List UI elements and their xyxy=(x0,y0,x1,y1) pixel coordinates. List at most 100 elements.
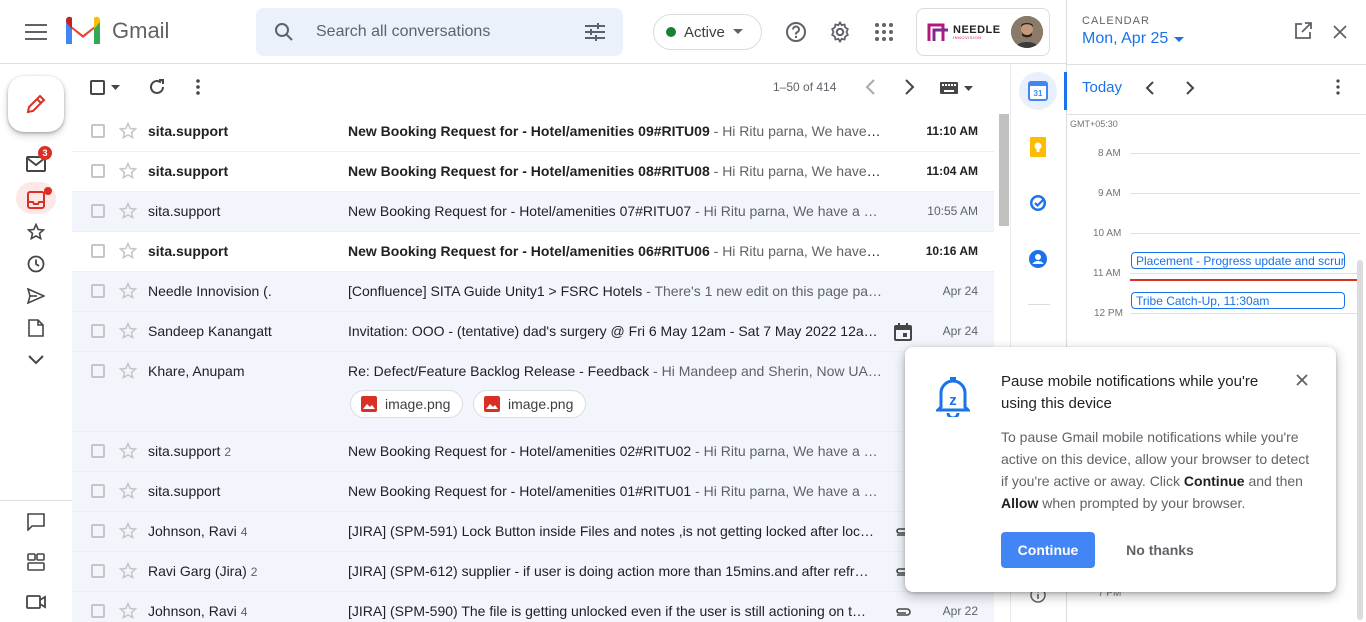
email-row[interactable]: Johnson, Ravi 4 [JIRA] (SPM-590) The file … xyxy=(72,592,994,622)
star-toggle[interactable] xyxy=(119,482,137,500)
star-toggle[interactable] xyxy=(119,442,137,460)
calendar-scrollbar[interactable] xyxy=(1357,260,1363,620)
star-icon xyxy=(119,362,137,380)
email-row[interactable]: sita.support New Booking Request for - Ho… xyxy=(72,152,994,192)
apps-button[interactable] xyxy=(864,12,904,52)
attachment-name: image.png xyxy=(508,396,574,412)
email-row[interactable]: Needle Innovision (. [Confluence] SITA Gu… xyxy=(72,272,994,312)
email-select-checkbox[interactable] xyxy=(91,444,105,458)
star-toggle[interactable] xyxy=(119,562,137,580)
email-date: Apr 24 xyxy=(942,284,978,298)
star-toggle[interactable] xyxy=(119,602,137,620)
calendar-next-day-button[interactable] xyxy=(1185,81,1195,95)
gmail-logo[interactable]: Gmail xyxy=(64,16,169,46)
side-panel-keep[interactable] xyxy=(1019,128,1057,166)
more-actions-button[interactable] xyxy=(192,78,204,96)
rail-item-sent[interactable] xyxy=(20,284,52,308)
rail-item-snoozed[interactable] xyxy=(20,252,52,276)
search-bar[interactable]: Search all conversations xyxy=(256,8,623,56)
today-button[interactable]: Today xyxy=(1082,79,1122,96)
calendar-previous-day-button[interactable] xyxy=(1145,81,1155,95)
select-all-dropdown[interactable] xyxy=(90,80,120,95)
main-menu-button[interactable] xyxy=(16,12,56,52)
email-select-checkbox[interactable] xyxy=(91,284,105,298)
attachment-chip[interactable]: image.png xyxy=(473,390,587,418)
status-dropdown[interactable]: Active xyxy=(653,14,762,50)
support-button[interactable] xyxy=(776,12,816,52)
search-input[interactable]: Search all conversations xyxy=(316,23,575,41)
google-calendar-icon: 31 xyxy=(1028,81,1048,101)
email-select-checkbox[interactable] xyxy=(91,564,105,578)
newer-page-button[interactable] xyxy=(864,79,876,95)
hamburger-menu-icon xyxy=(25,24,47,40)
star-toggle[interactable] xyxy=(119,322,137,340)
calendar-hour-label: 9 AM xyxy=(1098,188,1121,199)
email-sender: sita.support 2 xyxy=(148,443,338,459)
email-date: 11:10 AM xyxy=(926,124,978,138)
email-row[interactable]: sita.support New Booking Request for - Ho… xyxy=(72,232,994,272)
avatar[interactable] xyxy=(1011,16,1043,48)
email-row[interactable]: Ravi Garg (Jira) 2 [JIRA] (SPM-612) suppli… xyxy=(72,552,994,592)
open-in-new-tab-button[interactable] xyxy=(1294,22,1312,40)
calendar-date-selector[interactable]: Mon, Apr 25 xyxy=(1082,30,1185,48)
rail-item-chat[interactable] xyxy=(20,510,52,534)
refresh-button[interactable] xyxy=(148,78,166,96)
search-options-button[interactable] xyxy=(575,12,615,52)
select-all-checkbox[interactable] xyxy=(90,80,105,95)
star-toggle[interactable] xyxy=(119,282,137,300)
star-toggle[interactable] xyxy=(119,202,137,220)
close-side-panel-button[interactable] xyxy=(1333,25,1347,39)
gmail-m-icon xyxy=(66,16,100,44)
no-thanks-button[interactable]: No thanks xyxy=(1114,532,1206,568)
account-button[interactable]: NEEDLE INNOVISION xyxy=(916,8,1050,56)
calendar-event[interactable]: Tribe Catch-Up, 11:30am xyxy=(1131,292,1345,309)
continue-button[interactable]: Continue xyxy=(1001,532,1095,568)
email-select-checkbox[interactable] xyxy=(91,484,105,498)
email-row[interactable]: Johnson, Ravi 4 [JIRA] (SPM-591) Lock Butt… xyxy=(72,512,994,552)
side-panel-tasks[interactable] xyxy=(1019,184,1057,222)
calendar-event[interactable]: Placement - Progress update and scrum xyxy=(1131,252,1345,269)
email-row[interactable]: sita.support New Booking Request for - Ho… xyxy=(72,472,994,512)
star-toggle[interactable] xyxy=(119,242,137,260)
email-row[interactable]: Sandeep Kanangatt Invitation: OOO - (tent… xyxy=(72,312,994,352)
scrollbar-thumb[interactable] xyxy=(999,114,1009,226)
rail-item-drafts[interactable] xyxy=(20,316,52,340)
rail-item-meet[interactable] xyxy=(20,590,52,614)
rail-item-starred[interactable] xyxy=(20,220,52,244)
email-row[interactable]: sita.support New Booking Request for - Ho… xyxy=(72,112,994,152)
email-select-checkbox[interactable] xyxy=(91,124,105,138)
older-page-button[interactable] xyxy=(904,79,916,95)
star-toggle[interactable] xyxy=(119,362,137,380)
email-date: Apr 22 xyxy=(942,604,978,618)
settings-button[interactable] xyxy=(820,12,860,52)
chevron-right-icon xyxy=(1186,81,1195,95)
compose-button[interactable] xyxy=(8,76,64,132)
star-toggle[interactable] xyxy=(119,122,137,140)
email-content: New Booking Request for - Hotel/amenitie… xyxy=(348,163,884,179)
email-select-checkbox[interactable] xyxy=(91,604,105,618)
email-select-checkbox[interactable] xyxy=(91,524,105,538)
star-toggle[interactable] xyxy=(119,522,137,540)
attachment-chip[interactable]: image.png xyxy=(350,390,464,418)
star-toggle[interactable] xyxy=(119,162,137,180)
rail-item-mail[interactable]: 3 xyxy=(20,146,52,176)
side-panel-calendar[interactable]: 31 xyxy=(1019,72,1057,110)
email-row[interactable]: Khare, Anupam Re: Defect/Feature Backlog … xyxy=(72,352,994,432)
email-row[interactable]: sita.support New Booking Request for - Ho… xyxy=(72,192,994,232)
input-tools-button[interactable] xyxy=(940,82,973,94)
side-panel-contacts[interactable] xyxy=(1019,240,1057,278)
email-select-checkbox[interactable] xyxy=(91,324,105,338)
rail-item-spaces[interactable] xyxy=(20,550,52,574)
search-button[interactable] xyxy=(264,12,304,52)
rail-item-inbox[interactable] xyxy=(16,182,56,214)
calendar-more-options-button[interactable] xyxy=(1333,79,1343,95)
email-select-checkbox[interactable] xyxy=(91,164,105,178)
user-photo-icon xyxy=(1011,16,1043,48)
email-select-checkbox[interactable] xyxy=(91,244,105,258)
dialog-close-button[interactable] xyxy=(1296,374,1308,386)
email-select-checkbox[interactable] xyxy=(91,204,105,218)
email-content: Invitation: OOO - (tentative) dad's surg… xyxy=(348,323,884,339)
rail-item-more[interactable] xyxy=(20,348,52,372)
email-row[interactable]: sita.support 2 New Booking Request for - H… xyxy=(72,432,994,472)
email-select-checkbox[interactable] xyxy=(91,364,105,378)
